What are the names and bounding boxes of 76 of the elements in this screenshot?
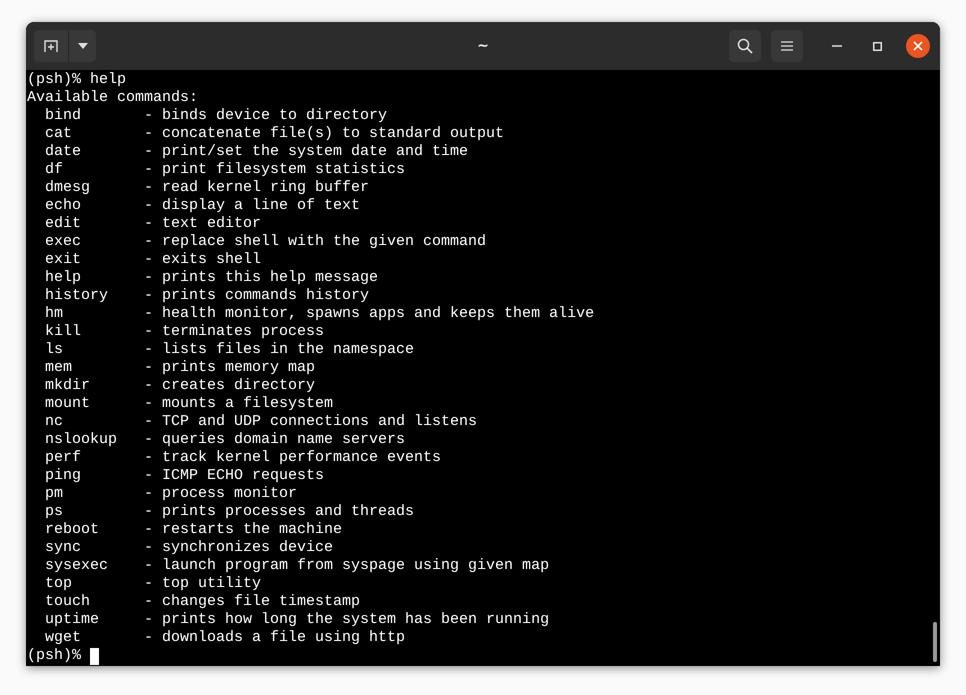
command-description: - display a line of text [144,197,360,215]
command-description: - track kernel performance events [144,449,442,467]
command-name: df [45,161,64,179]
window-title: ~ [477,38,489,54]
command-name: echo [45,197,82,215]
command-name: uptime [45,611,100,629]
maximize-icon [872,42,882,50]
prompt-line: (psh)% help [27,71,126,89]
scrollbar-thumb[interactable] [933,622,937,662]
command-description: - print/set the system date and time [144,143,468,161]
command-description: - health monitor, spawns apps and keeps them alive [144,305,594,323]
command-name: bind [45,107,82,125]
command-description: - prints processes and threads [144,503,414,521]
command-description: - mounts a filesystem [144,395,334,413]
search-icon [737,38,753,54]
command-name: mount [45,395,92,413]
command-name: pm [45,485,64,503]
command-description: - terminates process [144,323,324,341]
command-name: exit [45,251,82,269]
command-name: mkdir [45,377,92,395]
command-name: edit [45,215,82,233]
command-name: touch [45,593,92,611]
close-icon [913,41,923,51]
command-name: wget [45,629,82,647]
command-name: reboot [45,521,100,539]
command-description: - process monitor [144,485,298,503]
command-description: - restarts the machine [144,521,342,539]
command-description: - binds device to directory [144,107,388,125]
command-name: sync [45,539,82,557]
command-description: - changes file timestamp [144,593,360,611]
command-name: ls [45,341,64,359]
minimize-icon [832,45,842,47]
command-description: - prints this help message [144,269,378,287]
command-name: perf [45,449,82,467]
command-description: - top utility [144,575,262,593]
command-description: - concatenate file(s) to standard output [144,125,504,143]
command-description: - TCP and UDP connections and listens [144,413,478,431]
command-name: mem [45,359,74,377]
command-name: ps [45,503,64,521]
command-description: - lists files in the namespace [144,341,414,359]
text-cursor [90,648,100,665]
command-name: help [45,269,82,287]
menu-button[interactable] [771,30,803,62]
command-name: history [45,287,110,305]
command-name: kill [45,323,82,341]
command-description: - prints memory map [144,359,316,377]
command-name: sysexec [45,557,110,575]
command-name: nslookup [45,431,118,449]
command-description: - read kernel ring buffer [144,179,370,197]
command-name: top [45,575,74,593]
command-name: dmesg [45,179,92,197]
new-tab-icon [43,38,59,54]
caret-icon [78,43,88,49]
command-description: - prints commands history [144,287,370,305]
menu-icon [781,41,793,51]
command-name: nc [45,413,64,431]
command-name: exec [45,233,82,251]
search-button[interactable] [729,30,761,62]
command-description: - text editor [144,215,262,233]
command-name: hm [45,305,64,323]
output-heading: Available commands: [27,89,198,107]
command-name: date [45,143,82,161]
command-description: - synchronizes device [144,539,334,557]
command-description: - exits shell [144,251,262,269]
close-button[interactable] [906,34,930,58]
command-description: - print filesystem statistics [144,161,406,179]
command-name: ping [45,467,82,485]
command-name: cat [45,125,74,143]
command-description: - downloads a file using http [144,629,406,647]
command-description: - launch program from syspage using given map [144,557,550,575]
command-description: - ICMP ECHO requests [144,467,324,485]
command-description: - creates directory [144,377,316,395]
command-description: - queries domain name servers [144,431,406,449]
command-description: - prints how long the system has been running [144,611,550,629]
command-description: - replace shell with the given command [144,233,486,251]
shell-prompt: (psh)% [27,647,82,665]
